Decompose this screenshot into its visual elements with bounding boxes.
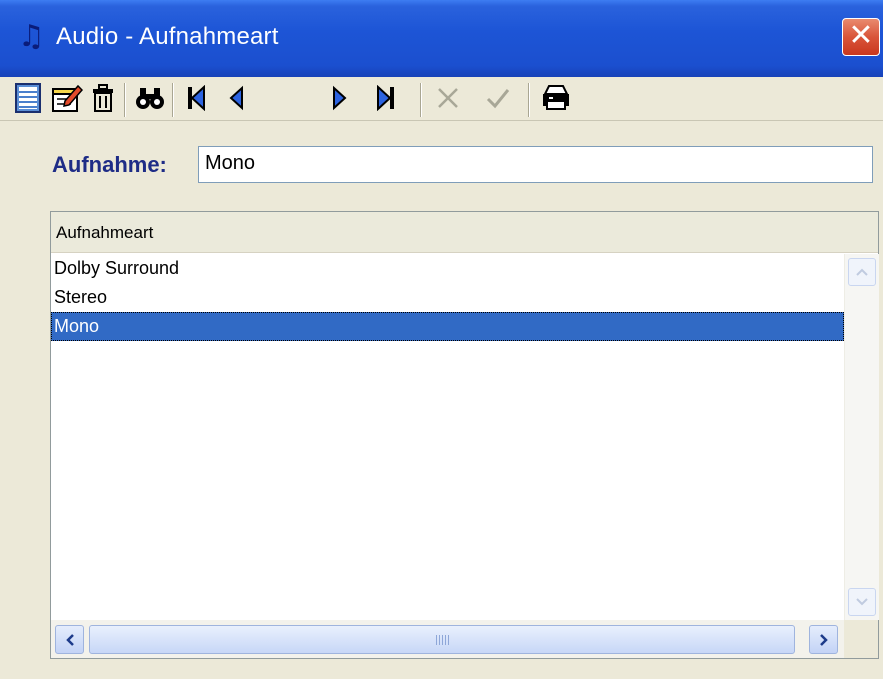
list-rows: Dolby Surround Stereo Mono xyxy=(51,254,844,341)
search-button[interactable] xyxy=(132,79,168,117)
recording-input[interactable]: Mono xyxy=(198,146,873,183)
chevron-down-icon xyxy=(856,598,868,606)
previous-icon xyxy=(229,85,243,111)
last-icon xyxy=(377,85,394,111)
check-icon xyxy=(486,89,510,109)
chevron-left-icon xyxy=(65,633,74,646)
printer-icon xyxy=(543,85,569,110)
list-item-selected[interactable]: Mono xyxy=(51,312,844,341)
toolbar xyxy=(0,77,883,121)
print-button[interactable] xyxy=(538,79,574,117)
scroll-right-button[interactable] xyxy=(809,625,838,654)
column-header-recording-type[interactable]: Aufnahmeart xyxy=(51,212,878,253)
cancel-button[interactable] xyxy=(430,79,466,117)
close-icon: ✕ xyxy=(848,18,874,53)
close-button[interactable]: ✕ xyxy=(842,18,880,56)
chevron-right-icon xyxy=(819,633,828,646)
scroll-left-button[interactable] xyxy=(55,625,84,654)
edit-record-button[interactable] xyxy=(49,79,85,117)
scroll-thumb[interactable] xyxy=(89,625,795,654)
chevron-up-icon xyxy=(856,268,868,276)
recording-type-list[interactable]: Aufnahmeart Dolby Surround Stereo Mono xyxy=(50,211,879,659)
new-record-button[interactable] xyxy=(10,79,46,117)
recording-label: Aufnahme: xyxy=(52,152,167,177)
notepad-icon xyxy=(15,83,41,113)
list-item[interactable]: Dolby Surround xyxy=(51,254,844,283)
delete-record-button[interactable] xyxy=(88,79,118,117)
window-title: Audio - Aufnahmeart xyxy=(56,23,279,50)
first-record-button[interactable] xyxy=(180,79,212,117)
scroll-down-button[interactable] xyxy=(848,588,876,616)
vertical-scrollbar[interactable] xyxy=(844,254,879,620)
first-icon xyxy=(188,85,205,111)
binoculars-icon xyxy=(136,88,164,109)
scroll-corner xyxy=(844,620,878,658)
confirm-button[interactable] xyxy=(480,79,516,117)
previous-record-button[interactable] xyxy=(220,79,252,117)
edit-pencil-icon xyxy=(52,84,83,112)
horizontal-scrollbar[interactable] xyxy=(51,620,844,658)
list-item[interactable]: Stereo xyxy=(51,283,844,312)
last-record-button[interactable] xyxy=(370,79,402,117)
column-header-label: Aufnahmeart xyxy=(56,223,154,242)
x-icon xyxy=(438,88,458,108)
trash-icon xyxy=(93,84,113,112)
music-note-icon: ♫ xyxy=(18,19,45,54)
next-record-button[interactable] xyxy=(324,79,356,117)
scroll-up-button[interactable] xyxy=(848,258,876,286)
title-bar[interactable]: ♫ Audio - Aufnahmeart ✕ xyxy=(0,0,883,77)
next-icon xyxy=(333,85,347,111)
